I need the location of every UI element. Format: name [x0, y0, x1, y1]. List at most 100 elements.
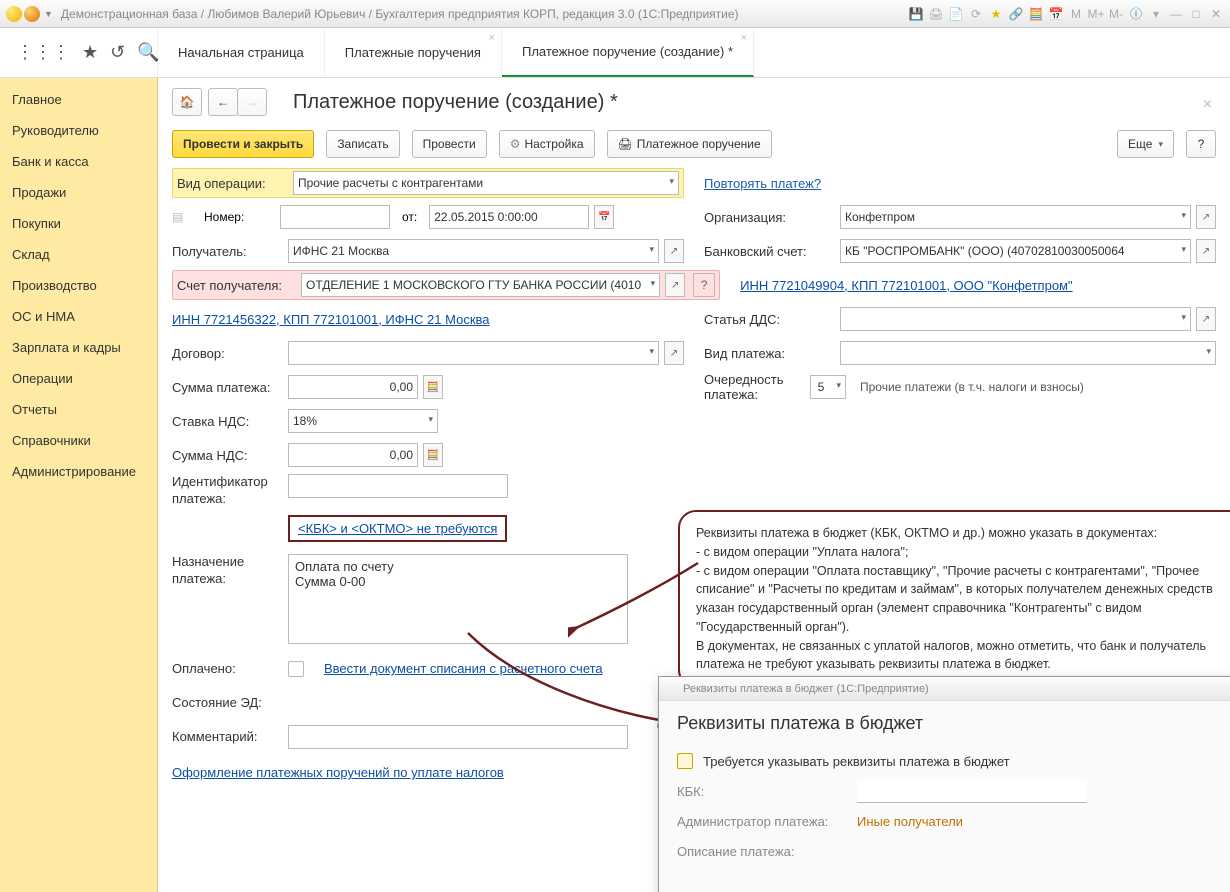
pay-type-label: Вид платежа:	[704, 346, 834, 361]
repeat-payment-link[interactable]: Повторять платеж?	[704, 176, 821, 191]
vat-rate-input[interactable]: 18%	[288, 409, 438, 433]
sidebar-item-assets[interactable]: ОС и НМА	[0, 301, 157, 332]
sidebar-item-manager[interactable]: Руководителю	[0, 115, 157, 146]
recipient-input[interactable]: ИФНС 21 Москва	[288, 239, 659, 263]
close-document-icon[interactable]: ×	[1203, 96, 1212, 114]
number-label: Номер:	[204, 210, 274, 224]
priority-input[interactable]: 5	[810, 375, 846, 399]
callout-box: Реквизиты платежа в бюджет (КБК, ОКТМО и…	[678, 510, 1230, 688]
contract-input[interactable]	[288, 341, 659, 365]
info-icon[interactable]: ⓘ	[1128, 6, 1144, 22]
payment-id-input[interactable]	[288, 474, 508, 498]
settings-button[interactable]: ⚙Настройка	[499, 130, 595, 158]
mminus-icon: M-	[1108, 6, 1124, 22]
document-title: Платежное поручение (создание) *	[293, 91, 618, 114]
sidebar-item-admin[interactable]: Администрирование	[0, 456, 157, 487]
bank-account-input[interactable]: КБ "РОСПРОМБАНК" (ООО) (4070281003005006…	[840, 239, 1191, 263]
kbk-oktmo-link[interactable]: <КБК> и <ОКТМО> не требуются	[298, 521, 497, 536]
back-button[interactable]: ←	[208, 88, 238, 116]
app-orb-icon	[665, 683, 677, 695]
sum-input[interactable]: 0,00	[288, 375, 418, 399]
open-ref-icon[interactable]: ↗	[1196, 307, 1216, 331]
organization-input[interactable]: Конфетпром	[840, 205, 1191, 229]
purpose-textarea[interactable]: Оплата по счету Сумма 0-00	[288, 554, 628, 644]
sidebar-item-catalogs[interactable]: Справочники	[0, 425, 157, 456]
sidebar-item-reports[interactable]: Отчеты	[0, 394, 157, 425]
close-window-icon[interactable]: ✕	[1208, 6, 1224, 22]
search-icon[interactable]: 🔍	[137, 42, 159, 63]
post-close-button[interactable]: Провести и закрыть	[172, 130, 314, 158]
calc-icon[interactable]: 🧮	[423, 375, 443, 399]
recipient-details-link[interactable]: ИНН 7721456322, КПП 772101001, ИФНС 21 М…	[172, 312, 490, 327]
create-writeoff-link[interactable]: Ввести документ списания с расчетного сч…	[324, 661, 603, 676]
dds-input[interactable]	[840, 307, 1191, 331]
calendar-picker-icon[interactable]: 📅	[594, 205, 614, 229]
print-icon[interactable]: 🖨	[928, 6, 944, 22]
sidebar-item-production[interactable]: Производство	[0, 270, 157, 301]
operation-type-label: Вид операции:	[177, 176, 287, 191]
tab-home[interactable]: Начальная страница	[158, 28, 325, 77]
save-button[interactable]: Записать	[326, 130, 399, 158]
dialog-title: Реквизиты платежа в бюджет (1С:Предприят…	[683, 683, 929, 695]
sidebar-item-purchases[interactable]: Покупки	[0, 208, 157, 239]
maximize-icon[interactable]: □	[1188, 6, 1204, 22]
open-ref-icon[interactable]: ↗	[1196, 239, 1216, 263]
require-budget-checkbox[interactable]	[677, 753, 693, 769]
help-icon[interactable]: ?	[693, 273, 715, 297]
calc-icon[interactable]: 🧮	[423, 443, 443, 467]
history-icon[interactable]: ↺	[110, 42, 125, 63]
close-icon[interactable]: ×	[741, 32, 747, 44]
doc-icon[interactable]: 📄	[948, 6, 964, 22]
sidebar-item-warehouse[interactable]: Склад	[0, 239, 157, 270]
mplus-icon: M+	[1088, 6, 1104, 22]
home-button[interactable]: 🏠	[172, 88, 202, 116]
forward-button[interactable]: →	[237, 88, 267, 116]
titlebar-icons: 💾 🖨 📄 ⟳ ★ 🔗 🧮 📅 M M+ M- ⓘ ▾ — □ ✕	[908, 6, 1224, 22]
calendar-icon[interactable]: 📅	[1048, 6, 1064, 22]
sidebar-item-operations[interactable]: Операции	[0, 363, 157, 394]
close-icon[interactable]: ×	[489, 32, 495, 44]
more-button[interactable]: Еще	[1117, 130, 1174, 158]
m-icon: M	[1068, 6, 1084, 22]
document-nav-toolbar: 🏠 ← → Платежное поручение (создание) *	[158, 78, 1230, 116]
comment-input[interactable]	[288, 725, 628, 749]
sidebar: Главное Руководителю Банк и касса Продаж…	[0, 78, 158, 892]
sidebar-item-salary[interactable]: Зарплата и кадры	[0, 332, 157, 363]
number-input[interactable]	[280, 205, 390, 229]
help-button[interactable]: ?	[1186, 130, 1216, 158]
recipient-account-input[interactable]: ОТДЕЛЕНИЕ 1 МОСКОВСКОГО ГТУ БАНКА РОССИИ…	[301, 273, 660, 297]
minimize-icon[interactable]: —	[1168, 6, 1184, 22]
favorite-icon[interactable]: ★	[82, 42, 98, 63]
tab-payment-create[interactable]: Платежное поручение (создание) *×	[502, 28, 754, 77]
date-input[interactable]: 22.05.2015 0:00:00	[429, 205, 589, 229]
open-ref-icon[interactable]: ↗	[665, 273, 685, 297]
sidebar-item-sales[interactable]: Продажи	[0, 177, 157, 208]
priority-note: Прочие платежи (в т.ч. налоги и взносы)	[860, 380, 1084, 394]
info-dd-icon[interactable]: ▾	[1148, 6, 1164, 22]
star-icon[interactable]: ★	[988, 6, 1004, 22]
ed-state-label: Состояние ЭД:	[172, 695, 282, 710]
open-ref-icon[interactable]: ↗	[664, 239, 684, 263]
kbk-input[interactable]	[857, 779, 1087, 803]
paid-checkbox[interactable]	[288, 661, 304, 677]
tab-payments[interactable]: Платежные поручения×	[325, 28, 502, 77]
operation-type-select[interactable]: Прочие расчеты с контрагентами	[293, 171, 679, 195]
open-ref-icon[interactable]: ↗	[1196, 205, 1216, 229]
link-icon[interactable]: 🔗	[1008, 6, 1024, 22]
titlebar-dropdown-icon[interactable]: ▼	[44, 9, 53, 19]
org-details-link[interactable]: ИНН 7721049904, КПП 772101001, ООО "Конф…	[740, 278, 1072, 293]
refresh-icon[interactable]: ⟳	[968, 6, 984, 22]
kbk-highlight-box: <КБК> и <ОКТМО> не требуются	[288, 515, 507, 542]
print-payment-button[interactable]: 🖨Платежное поручение	[607, 130, 772, 158]
calc-icon[interactable]: 🧮	[1028, 6, 1044, 22]
sidebar-item-bank[interactable]: Банк и касса	[0, 146, 157, 177]
open-ref-icon[interactable]: ↗	[664, 341, 684, 365]
sidebar-item-main[interactable]: Главное	[0, 84, 157, 115]
dds-label: Статья ДДС:	[704, 312, 834, 327]
apps-icon[interactable]: ⋮⋮⋮	[16, 42, 70, 63]
vat-sum-input[interactable]: 0,00	[288, 443, 418, 467]
tax-payment-help-link[interactable]: Оформление платежных поручений по уплате…	[172, 765, 504, 780]
save-icon[interactable]: 💾	[908, 6, 924, 22]
pay-type-input[interactable]	[840, 341, 1216, 365]
post-button[interactable]: Провести	[412, 130, 487, 158]
